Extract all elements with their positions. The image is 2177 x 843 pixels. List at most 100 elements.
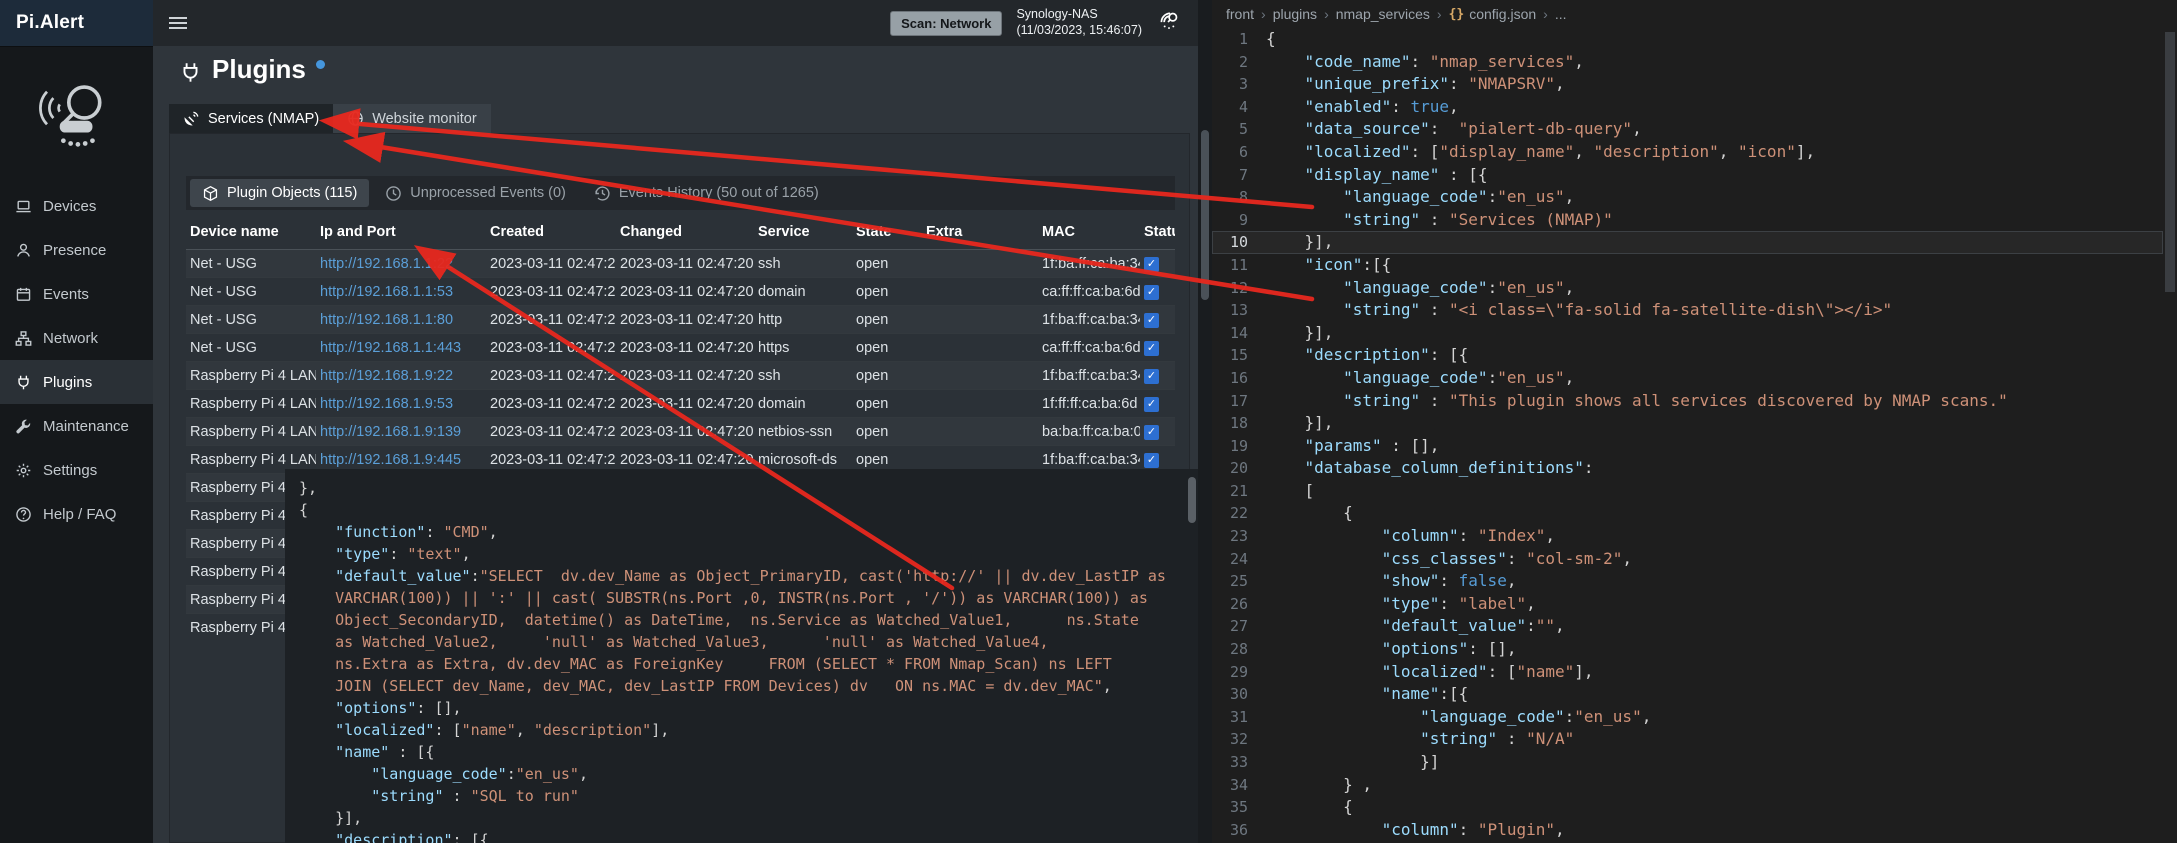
code-editor[interactable]: front›plugins›nmap_services›{}config.jso… bbox=[1212, 0, 2177, 843]
sidebar-item-maintenance[interactable]: Maintenance bbox=[0, 404, 153, 448]
editor-code-line: 26 "type": "label", bbox=[1212, 593, 2163, 616]
editor-code-line: 16 "language_code":"en_us", bbox=[1212, 367, 2163, 390]
app-scrollbar-thumb[interactable] bbox=[1201, 130, 1209, 300]
cell-status: ✓ bbox=[1140, 362, 1175, 390]
column-header-service[interactable]: Service bbox=[754, 220, 852, 250]
table-row: Net - USGhttp://192.168.1.1:4432023-03-1… bbox=[186, 334, 1175, 362]
ip-port-link[interactable]: http://192.168.1.9:445 bbox=[320, 452, 461, 468]
breadcrumb-item-plugins[interactable]: plugins bbox=[1273, 6, 1317, 22]
subtab-unprocessed-events-0[interactable]: Unprocessed Events (0) bbox=[373, 179, 578, 207]
editor-code-line: 18 }], bbox=[1212, 412, 2163, 435]
row-checkbox[interactable]: ✓ bbox=[1144, 453, 1159, 468]
sidebar-item-presence[interactable]: Presence bbox=[0, 228, 153, 272]
column-header-created[interactable]: Created bbox=[486, 220, 616, 250]
column-header-extra[interactable]: Extra bbox=[922, 220, 1038, 250]
ip-port-link[interactable]: http://192.168.1.1:80 bbox=[320, 312, 453, 328]
row-checkbox[interactable]: ✓ bbox=[1144, 341, 1159, 356]
editor-code-line: 31 "language_code":"en_us", bbox=[1212, 706, 2163, 729]
row-checkbox[interactable]: ✓ bbox=[1144, 285, 1159, 300]
line-number: 19 bbox=[1212, 435, 1266, 458]
overlay-code-line: ns.Extra as Extra, dv.dev_MAC as Foreign… bbox=[299, 653, 1184, 675]
plugin-tabs: Services (NMAP) Website monitor bbox=[169, 104, 491, 133]
tab-services-nmap[interactable]: Services (NMAP) bbox=[169, 104, 333, 133]
row-checkbox[interactable]: ✓ bbox=[1144, 313, 1159, 328]
sidebar-item-network[interactable]: Network bbox=[0, 316, 153, 360]
ip-port-link[interactable]: http://192.168.1.9:53 bbox=[320, 396, 453, 412]
sidebar-item-label: Settings bbox=[43, 462, 97, 479]
page-title-block: Plugins bbox=[179, 54, 325, 85]
line-number: 7 bbox=[1212, 164, 1266, 187]
cell-service: http bbox=[754, 306, 852, 334]
cell-status: ✓ bbox=[1140, 306, 1175, 334]
cell-service: domain bbox=[754, 390, 852, 418]
overlay-code-line: VARCHAR(100)) || ':' || cast( SUBSTR(ns.… bbox=[299, 587, 1184, 609]
cell-changed: 2023-03-11 02:47:20 bbox=[616, 390, 754, 418]
menu-toggle-icon[interactable] bbox=[169, 14, 189, 32]
tab-website-monitor[interactable]: Website monitor bbox=[333, 104, 491, 133]
cell-status: ✓ bbox=[1140, 334, 1175, 362]
cell-service: ssh bbox=[754, 250, 852, 278]
sidebar-item-devices[interactable]: Devices bbox=[0, 184, 153, 228]
ip-port-link[interactable]: http://192.168.1.1:22 bbox=[320, 256, 453, 272]
line-number: 12 bbox=[1212, 277, 1266, 300]
editor-code-line: 10 }], bbox=[1212, 231, 2163, 254]
cell-ip-port: http://192.168.1.9:139 bbox=[316, 418, 486, 446]
editor-code-line: 36 "column": "Plugin", bbox=[1212, 819, 2163, 842]
overlay-code-line: }], bbox=[299, 807, 1184, 829]
row-checkbox[interactable]: ✓ bbox=[1144, 397, 1159, 412]
line-number: 31 bbox=[1212, 706, 1266, 729]
cell-changed: 2023-03-11 02:47:20 bbox=[616, 278, 754, 306]
column-header-status[interactable]: Status bbox=[1140, 220, 1175, 250]
editor-code-line: 14 }], bbox=[1212, 322, 2163, 345]
row-checkbox[interactable]: ✓ bbox=[1144, 369, 1159, 384]
sidebar-item-settings[interactable]: Settings bbox=[0, 448, 153, 492]
sidebar-item-label: Plugins bbox=[43, 374, 92, 391]
ip-port-link[interactable]: http://192.168.1.9:139 bbox=[320, 424, 461, 440]
editor-code-line: 20 "database_column_definitions": bbox=[1212, 457, 2163, 480]
editor-code-line: 6 "localized": ["display_name", "descrip… bbox=[1212, 141, 2163, 164]
plugin-config-code-panel[interactable]: },{ "function": "CMD", "type": "text", "… bbox=[285, 469, 1198, 843]
ip-port-link[interactable]: http://192.168.1.1:443 bbox=[320, 340, 461, 356]
line-number: 26 bbox=[1212, 593, 1266, 616]
cell-mac: ba:ba:ff:ca:ba:0c bbox=[1038, 418, 1140, 446]
column-header-changed[interactable]: Changed bbox=[616, 220, 754, 250]
line-number: 8 bbox=[1212, 186, 1266, 209]
sidebar-item-help-faq[interactable]: Help / FAQ bbox=[0, 492, 153, 536]
overlay-code-line: "options": [], bbox=[299, 697, 1184, 719]
breadcrumb-item-front[interactable]: front bbox=[1226, 6, 1254, 22]
code-panel-scrollbar-thumb[interactable] bbox=[1188, 477, 1196, 523]
editor-scrollbar-thumb[interactable] bbox=[2165, 32, 2175, 292]
brand-link[interactable]: Pi.Alert bbox=[0, 0, 153, 46]
breadcrumb-item-config-json[interactable]: {}config.json bbox=[1449, 6, 1537, 22]
ip-port-link[interactable]: http://192.168.1.1:53 bbox=[320, 284, 453, 300]
row-checkbox[interactable]: ✓ bbox=[1144, 257, 1159, 272]
pialert-screenshot: Pi.Alert DevicesPresenceEventsNetworkP bbox=[0, 0, 2177, 843]
ip-port-link[interactable]: http://192.168.1.9:22 bbox=[320, 368, 453, 384]
subtab-events-history-50-out-of-1265[interactable]: Events History (50 out of 1265) bbox=[582, 179, 831, 207]
column-header-device-name[interactable]: Device name bbox=[186, 220, 316, 250]
breadcrumb-item-[interactable]: ... bbox=[1555, 6, 1567, 22]
page-title: Plugins bbox=[212, 54, 306, 85]
editor-code-line: 13 "string" : "<i class=\"fa-solid fa-sa… bbox=[1212, 299, 2163, 322]
column-header-ip-and-port[interactable]: Ip and Port bbox=[316, 220, 486, 250]
sidebar-item-label: Help / FAQ bbox=[43, 506, 116, 523]
cell-device-name: Raspberry Pi 4 LAN bbox=[186, 418, 316, 446]
sidebar-item-events[interactable]: Events bbox=[0, 272, 153, 316]
table-row: Raspberry Pi 4 LANhttp://192.168.1.9:532… bbox=[186, 390, 1175, 418]
column-header-state[interactable]: State bbox=[852, 220, 922, 250]
sidebar-item-plugins[interactable]: Plugins bbox=[0, 360, 153, 404]
table-row: Net - USGhttp://192.168.1.1:802023-03-11… bbox=[186, 306, 1175, 334]
breadcrumb-item-nmap-services[interactable]: nmap_services bbox=[1336, 6, 1430, 22]
row-checkbox[interactable]: ✓ bbox=[1144, 425, 1159, 440]
editor-code-line: 19 "params" : [], bbox=[1212, 435, 2163, 458]
subtab-plugin-objects-115[interactable]: Plugin Objects (115) bbox=[190, 179, 369, 207]
line-number: 29 bbox=[1212, 661, 1266, 684]
column-header-mac[interactable]: MAC bbox=[1038, 220, 1140, 250]
cell-device-name: Net - USG bbox=[186, 334, 316, 362]
cell-created: 2023-03-11 02:47:20 bbox=[486, 362, 616, 390]
editor-code-line: 35 { bbox=[1212, 796, 2163, 819]
sidebar: Pi.Alert DevicesPresenceEventsNetworkP bbox=[0, 0, 153, 843]
tab-label: Website monitor bbox=[372, 111, 477, 127]
cell-state: open bbox=[852, 306, 922, 334]
editor-lines[interactable]: 1{2 "code_name": "nmap_services",3 "uniq… bbox=[1212, 28, 2163, 843]
